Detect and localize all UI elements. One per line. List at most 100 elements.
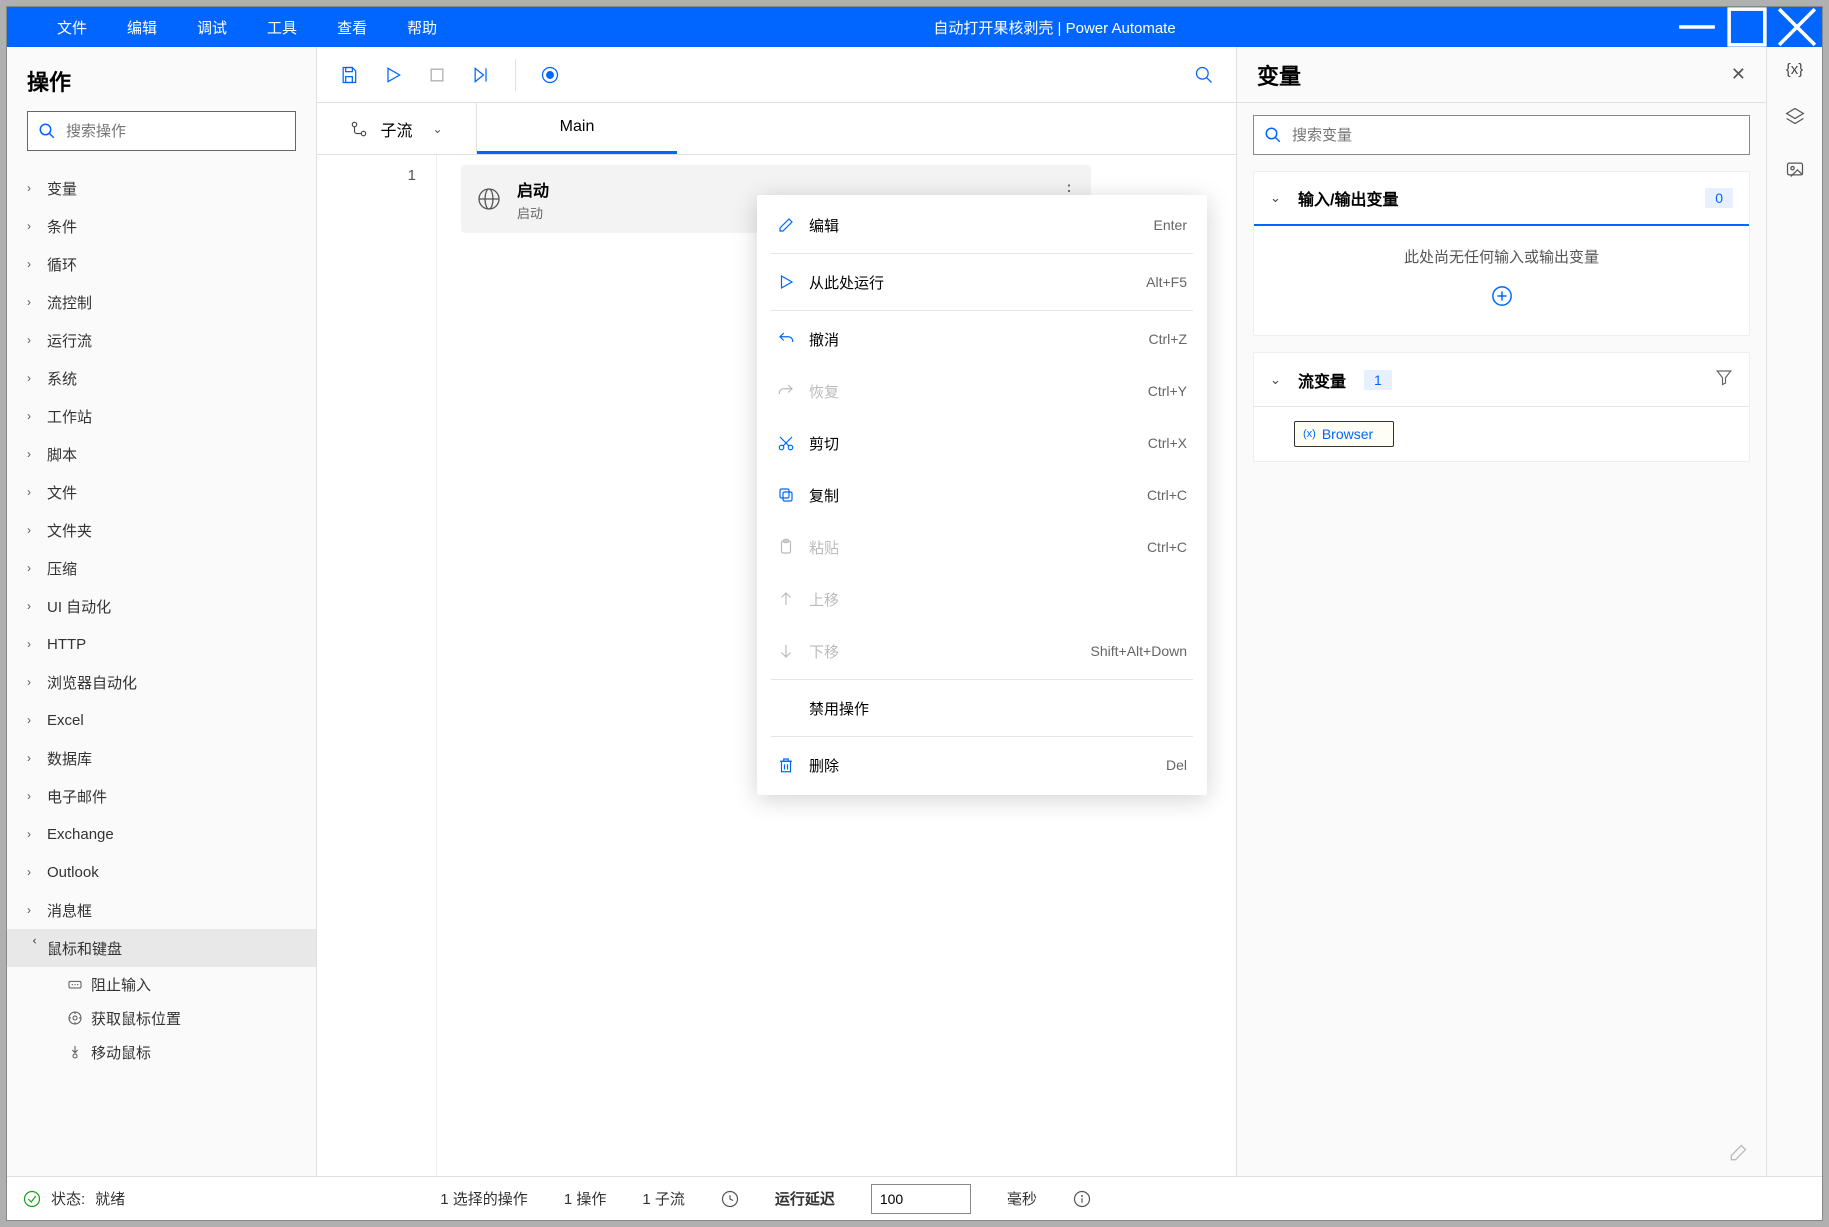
tree-item[interactable]: ›Exchange [7, 815, 316, 853]
tree-item[interactable]: ›循环 [7, 245, 316, 283]
images-rail-button[interactable] [1785, 159, 1805, 184]
ctx-label: 删除 [809, 755, 1166, 776]
tree-item[interactable]: ›Outlook [7, 853, 316, 891]
stop-button[interactable] [419, 57, 455, 93]
subflow-dropdown[interactable]: 子流 ⌄ [317, 103, 477, 154]
tree-item[interactable]: ›电子邮件 [7, 777, 316, 815]
tree-item[interactable]: ›文件 [7, 473, 316, 511]
tree-item[interactable]: ⌄鼠标和键盘 [7, 929, 316, 967]
menu-tools[interactable]: 工具 [267, 17, 297, 38]
ctx-up: 上移 [757, 573, 1207, 625]
close-panel-button[interactable]: ✕ [1731, 64, 1746, 85]
save-button[interactable] [331, 57, 367, 93]
status-ops: 1 操作 [564, 1188, 607, 1209]
tree-item-label: 系统 [47, 368, 77, 389]
flow-variables-header[interactable]: ⌄ 流变量 1 [1254, 353, 1749, 407]
tree-item[interactable]: ›数据库 [7, 739, 316, 777]
tree-item[interactable]: ›运行流 [7, 321, 316, 359]
menu-edit[interactable]: 编辑 [127, 17, 157, 38]
status-state-label: 状态: [51, 1188, 85, 1209]
tree-item[interactable]: ›工作站 [7, 397, 316, 435]
io-variables-count: 0 [1705, 188, 1733, 208]
search-flow-button[interactable] [1186, 57, 1222, 93]
record-button[interactable] [532, 57, 568, 93]
step-button[interactable] [463, 57, 499, 93]
io-variables-header[interactable]: ⌄ 输入/输出变量 0 [1254, 172, 1749, 226]
ctx-cut[interactable]: 剪切Ctrl+X [757, 417, 1207, 469]
down-icon [777, 642, 809, 660]
tree-item-label: 变量 [47, 178, 77, 199]
tree-item[interactable]: ›脚本 [7, 435, 316, 473]
close-button[interactable] [1772, 7, 1822, 47]
info-icon[interactable] [1073, 1190, 1091, 1208]
tree-item[interactable]: ›压缩 [7, 549, 316, 587]
variable-chip[interactable]: (x) Browser [1294, 421, 1394, 447]
menu-file[interactable]: 文件 [57, 17, 87, 38]
tree-item-label: 循环 [47, 254, 77, 275]
variable-icon: (x) [1303, 428, 1316, 440]
chevron-down-icon: ⌄ [1270, 190, 1298, 206]
ctx-edit[interactable]: 编辑Enter [757, 199, 1207, 251]
status-subflows: 1 子流 [642, 1188, 685, 1209]
chevron-right-icon: › [27, 485, 47, 499]
ctx-copy[interactable]: 复制Ctrl+C [757, 469, 1207, 521]
search-icon [1264, 126, 1282, 144]
delay-unit: 毫秒 [1007, 1188, 1037, 1209]
tree-subitem[interactable]: 阻止输入 [7, 967, 316, 1001]
menu-help[interactable]: 帮助 [407, 17, 437, 38]
tree-item[interactable]: ›HTTP [7, 625, 316, 663]
ctx-label: 上移 [809, 589, 1187, 610]
ctx-delete[interactable]: 删除Del [757, 739, 1207, 791]
ctx-undo[interactable]: 撤消Ctrl+Z [757, 313, 1207, 365]
tree-item[interactable]: ›系统 [7, 359, 316, 397]
variable-name: Browser [1322, 426, 1373, 442]
tree-item-label: 数据库 [47, 748, 92, 769]
menu-debug[interactable]: 调试 [197, 17, 227, 38]
tree-item[interactable]: ›变量 [7, 169, 316, 207]
tree-item[interactable]: ›UI 自动化 [7, 587, 316, 625]
delay-input[interactable] [871, 1184, 971, 1214]
tab-main[interactable]: Main [477, 103, 677, 154]
filter-icon[interactable] [1715, 368, 1733, 391]
delete-icon [777, 756, 809, 774]
subflow-icon [350, 120, 368, 138]
tree-item-label: 压缩 [47, 558, 77, 579]
menu-view[interactable]: 查看 [337, 17, 367, 38]
chevron-right-icon: › [27, 447, 47, 461]
io-variables-empty: 此处尚无任何输入或输出变量 [1270, 246, 1733, 267]
variables-rail-button[interactable]: {x} [1786, 61, 1804, 78]
tree-item-label: Outlook [47, 864, 99, 881]
layers-rail-button[interactable] [1785, 106, 1805, 131]
ctx-shortcut: Enter [1154, 217, 1187, 233]
chevron-right-icon: › [27, 751, 47, 765]
eraser-icon[interactable] [1728, 1143, 1748, 1168]
tree-item-label: 运行流 [47, 330, 92, 351]
tree-item-label: Exchange [47, 826, 114, 843]
search-variables-input[interactable] [1292, 127, 1739, 144]
search-icon [38, 122, 56, 140]
ctx-play[interactable]: 从此处运行Alt+F5 [757, 256, 1207, 308]
tree-subitem[interactable]: 移动鼠标 [7, 1035, 316, 1069]
tree-item[interactable]: ›条件 [7, 207, 316, 245]
minimize-button[interactable] [1672, 7, 1722, 47]
tree-subitem[interactable]: 获取鼠标位置 [7, 1001, 316, 1035]
search-actions[interactable] [27, 111, 296, 151]
ctx-down: 下移Shift+Alt+Down [757, 625, 1207, 677]
status-selected: 1 选择的操作 [440, 1188, 528, 1209]
tree-item[interactable]: ›浏览器自动化 [7, 663, 316, 701]
tree-item[interactable]: ›消息框 [7, 891, 316, 929]
tree-item[interactable]: ›流控制 [7, 283, 316, 321]
tree-item[interactable]: ›Excel [7, 701, 316, 739]
chevron-right-icon: › [27, 561, 47, 575]
chevron-down-icon: ⌄ [432, 122, 442, 136]
maximize-button[interactable] [1722, 7, 1772, 47]
search-actions-input[interactable] [66, 123, 285, 140]
flow-variables-title: 流变量 [1298, 368, 1346, 392]
search-variables[interactable] [1253, 115, 1750, 155]
ctx-item[interactable]: 禁用操作 [757, 682, 1207, 734]
run-button[interactable] [375, 57, 411, 93]
add-variable-button[interactable] [1491, 285, 1513, 307]
tree-item-label: 流控制 [47, 292, 92, 313]
chevron-right-icon: › [27, 789, 47, 803]
tree-item[interactable]: ›文件夹 [7, 511, 316, 549]
